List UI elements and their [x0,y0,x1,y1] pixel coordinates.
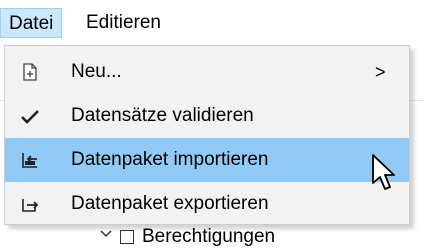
menu-bar: Datei Editieren [0,0,424,40]
menu-item-import[interactable]: Datenpaket importieren [5,138,409,182]
checkmark-icon [21,110,39,124]
menu-item-export[interactable]: Datenpaket exportieren [5,182,409,226]
tree-checkbox[interactable] [120,229,134,244]
menu-item-label: Datensätze validieren [71,105,254,126]
mouse-pointer-icon [372,154,395,190]
menu-item-label: Datenpaket importieren [71,149,269,170]
menu-edit[interactable]: Editieren [78,8,169,38]
file-dropdown-menu: Neu... > Datensätze validieren Datenpake… [4,45,410,225]
tree-expand-icon [100,230,112,238]
menu-item-new[interactable]: Neu... > [5,50,409,94]
submenu-arrow-icon: > [375,62,386,82]
tree-item-label: Berechtigungen [142,226,276,247]
import-icon [22,153,37,168]
export-icon [22,199,39,212]
background-tree-label: Berechtigungen [120,226,275,248]
menu-file[interactable]: Datei [0,8,63,38]
new-file-icon [23,63,37,81]
menu-item-validate[interactable]: Datensätze validieren [5,94,409,138]
menu-item-label: Datenpaket exportieren [71,193,269,214]
menu-item-label: Neu... [71,61,122,82]
